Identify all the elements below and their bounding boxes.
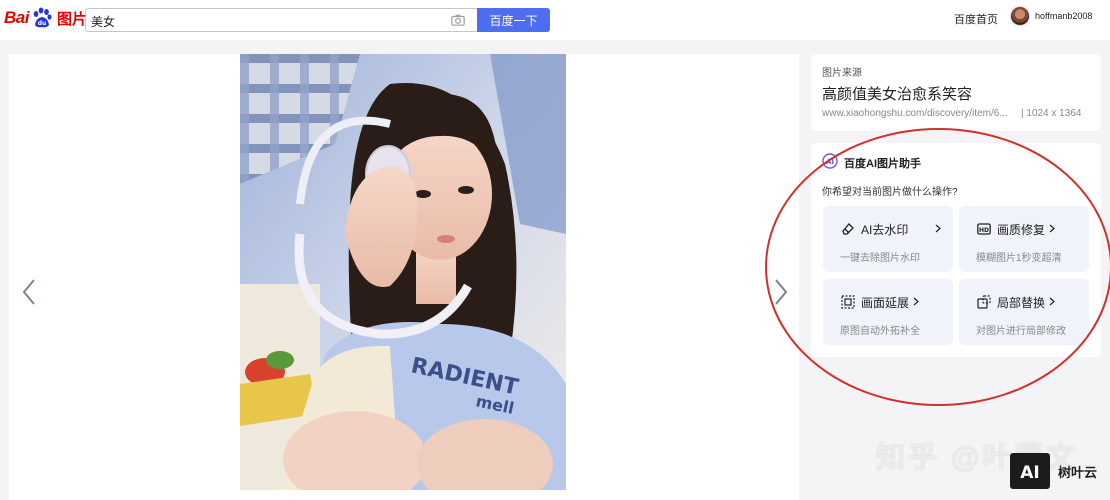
logo-tupian: 图片 <box>56 10 87 28</box>
ai-badge-logo: AI <box>1010 453 1050 489</box>
tool-label: AI去水印 <box>861 223 909 237</box>
source-label: 图片来源 <box>822 68 862 79</box>
baidu-home-link[interactable]: 百度首页 <box>954 11 998 27</box>
replace-icon <box>977 295 991 309</box>
tool-partial-replace[interactable]: 局部替换 对图片进行局部修改 <box>959 279 1089 345</box>
tool-description: 模糊图片1秒变超清 <box>976 253 1062 264</box>
ai-assistant-icon: AI <box>822 153 838 169</box>
hd-icon: HD <box>977 223 991 235</box>
tool-expand-canvas[interactable]: 画面延展 原图自动外拓补全 <box>823 279 953 345</box>
top-bar: Bai du 图片 百度一下 百度首页 hoffmanb2008 <box>0 0 1110 40</box>
svg-text:du: du <box>38 20 47 27</box>
main-photo: RADIENT mell <box>240 54 566 490</box>
source-url[interactable]: www.xiaohongshu.com/discovery/item/6... <box>822 108 1016 119</box>
image-source-card: 图片来源 高颜值美女治愈系笑容 www.xiaohongshu.com/disc… <box>811 54 1101 131</box>
ai-image-assistant-card: AI 百度AI图片助手 你希望对当前图片做什么操作? AI去水印 一键去除图片水… <box>811 143 1101 357</box>
previous-arrow-icon[interactable] <box>21 278 37 306</box>
tool-description: 原图自动外拓补全 <box>840 326 920 337</box>
ai-assistant-title: 百度AI图片助手 <box>844 158 921 170</box>
expand-icon <box>841 295 855 309</box>
brand-watermark: 树叶云 <box>1058 465 1098 480</box>
next-arrow-icon[interactable] <box>773 278 789 306</box>
tool-quality-repair[interactable]: HD 画质修复 模糊图片1秒变超清 <box>959 206 1089 272</box>
logo-bai: Bai <box>4 8 29 27</box>
chevron-right-icon <box>1049 297 1055 306</box>
tool-remove-watermark[interactable]: AI去水印 一键去除图片水印 <box>823 206 953 272</box>
image-viewer: RADIENT mell <box>9 54 799 500</box>
svg-text:HD: HD <box>979 227 989 234</box>
search-button[interactable]: 百度一下 <box>477 8 550 32</box>
paw-icon: du <box>33 7 52 28</box>
tool-label: 画面延展 <box>861 296 910 310</box>
tool-label: 局部替换 <box>997 296 1046 310</box>
eraser-icon <box>842 223 854 235</box>
search-box <box>85 8 477 32</box>
ai-badge-text: AI <box>1020 463 1039 483</box>
chevron-right-icon <box>1049 224 1055 233</box>
tool-description: 对图片进行局部修改 <box>976 326 1066 337</box>
camera-icon[interactable] <box>451 14 465 26</box>
source-title[interactable]: 高颜值美女治愈系笑容 <box>822 83 972 104</box>
ai-assistant-question: 你希望对当前图片做什么操作? <box>822 187 958 198</box>
tool-label: 画质修复 <box>997 223 1046 237</box>
username[interactable]: hoffmanb2008 <box>1035 11 1092 21</box>
baidu-image-logo[interactable]: Bai du 图片 <box>4 4 87 32</box>
chevron-right-icon <box>913 297 919 306</box>
search-input[interactable] <box>91 12 431 30</box>
chevron-right-icon <box>935 224 941 233</box>
avatar[interactable] <box>1010 6 1030 26</box>
svg-text:AI: AI <box>826 158 834 166</box>
thumbnail-strip-edge <box>9 490 799 500</box>
tool-description: 一键去除图片水印 <box>840 253 920 264</box>
image-dimensions: | 1024 x 1364 <box>1021 108 1082 119</box>
